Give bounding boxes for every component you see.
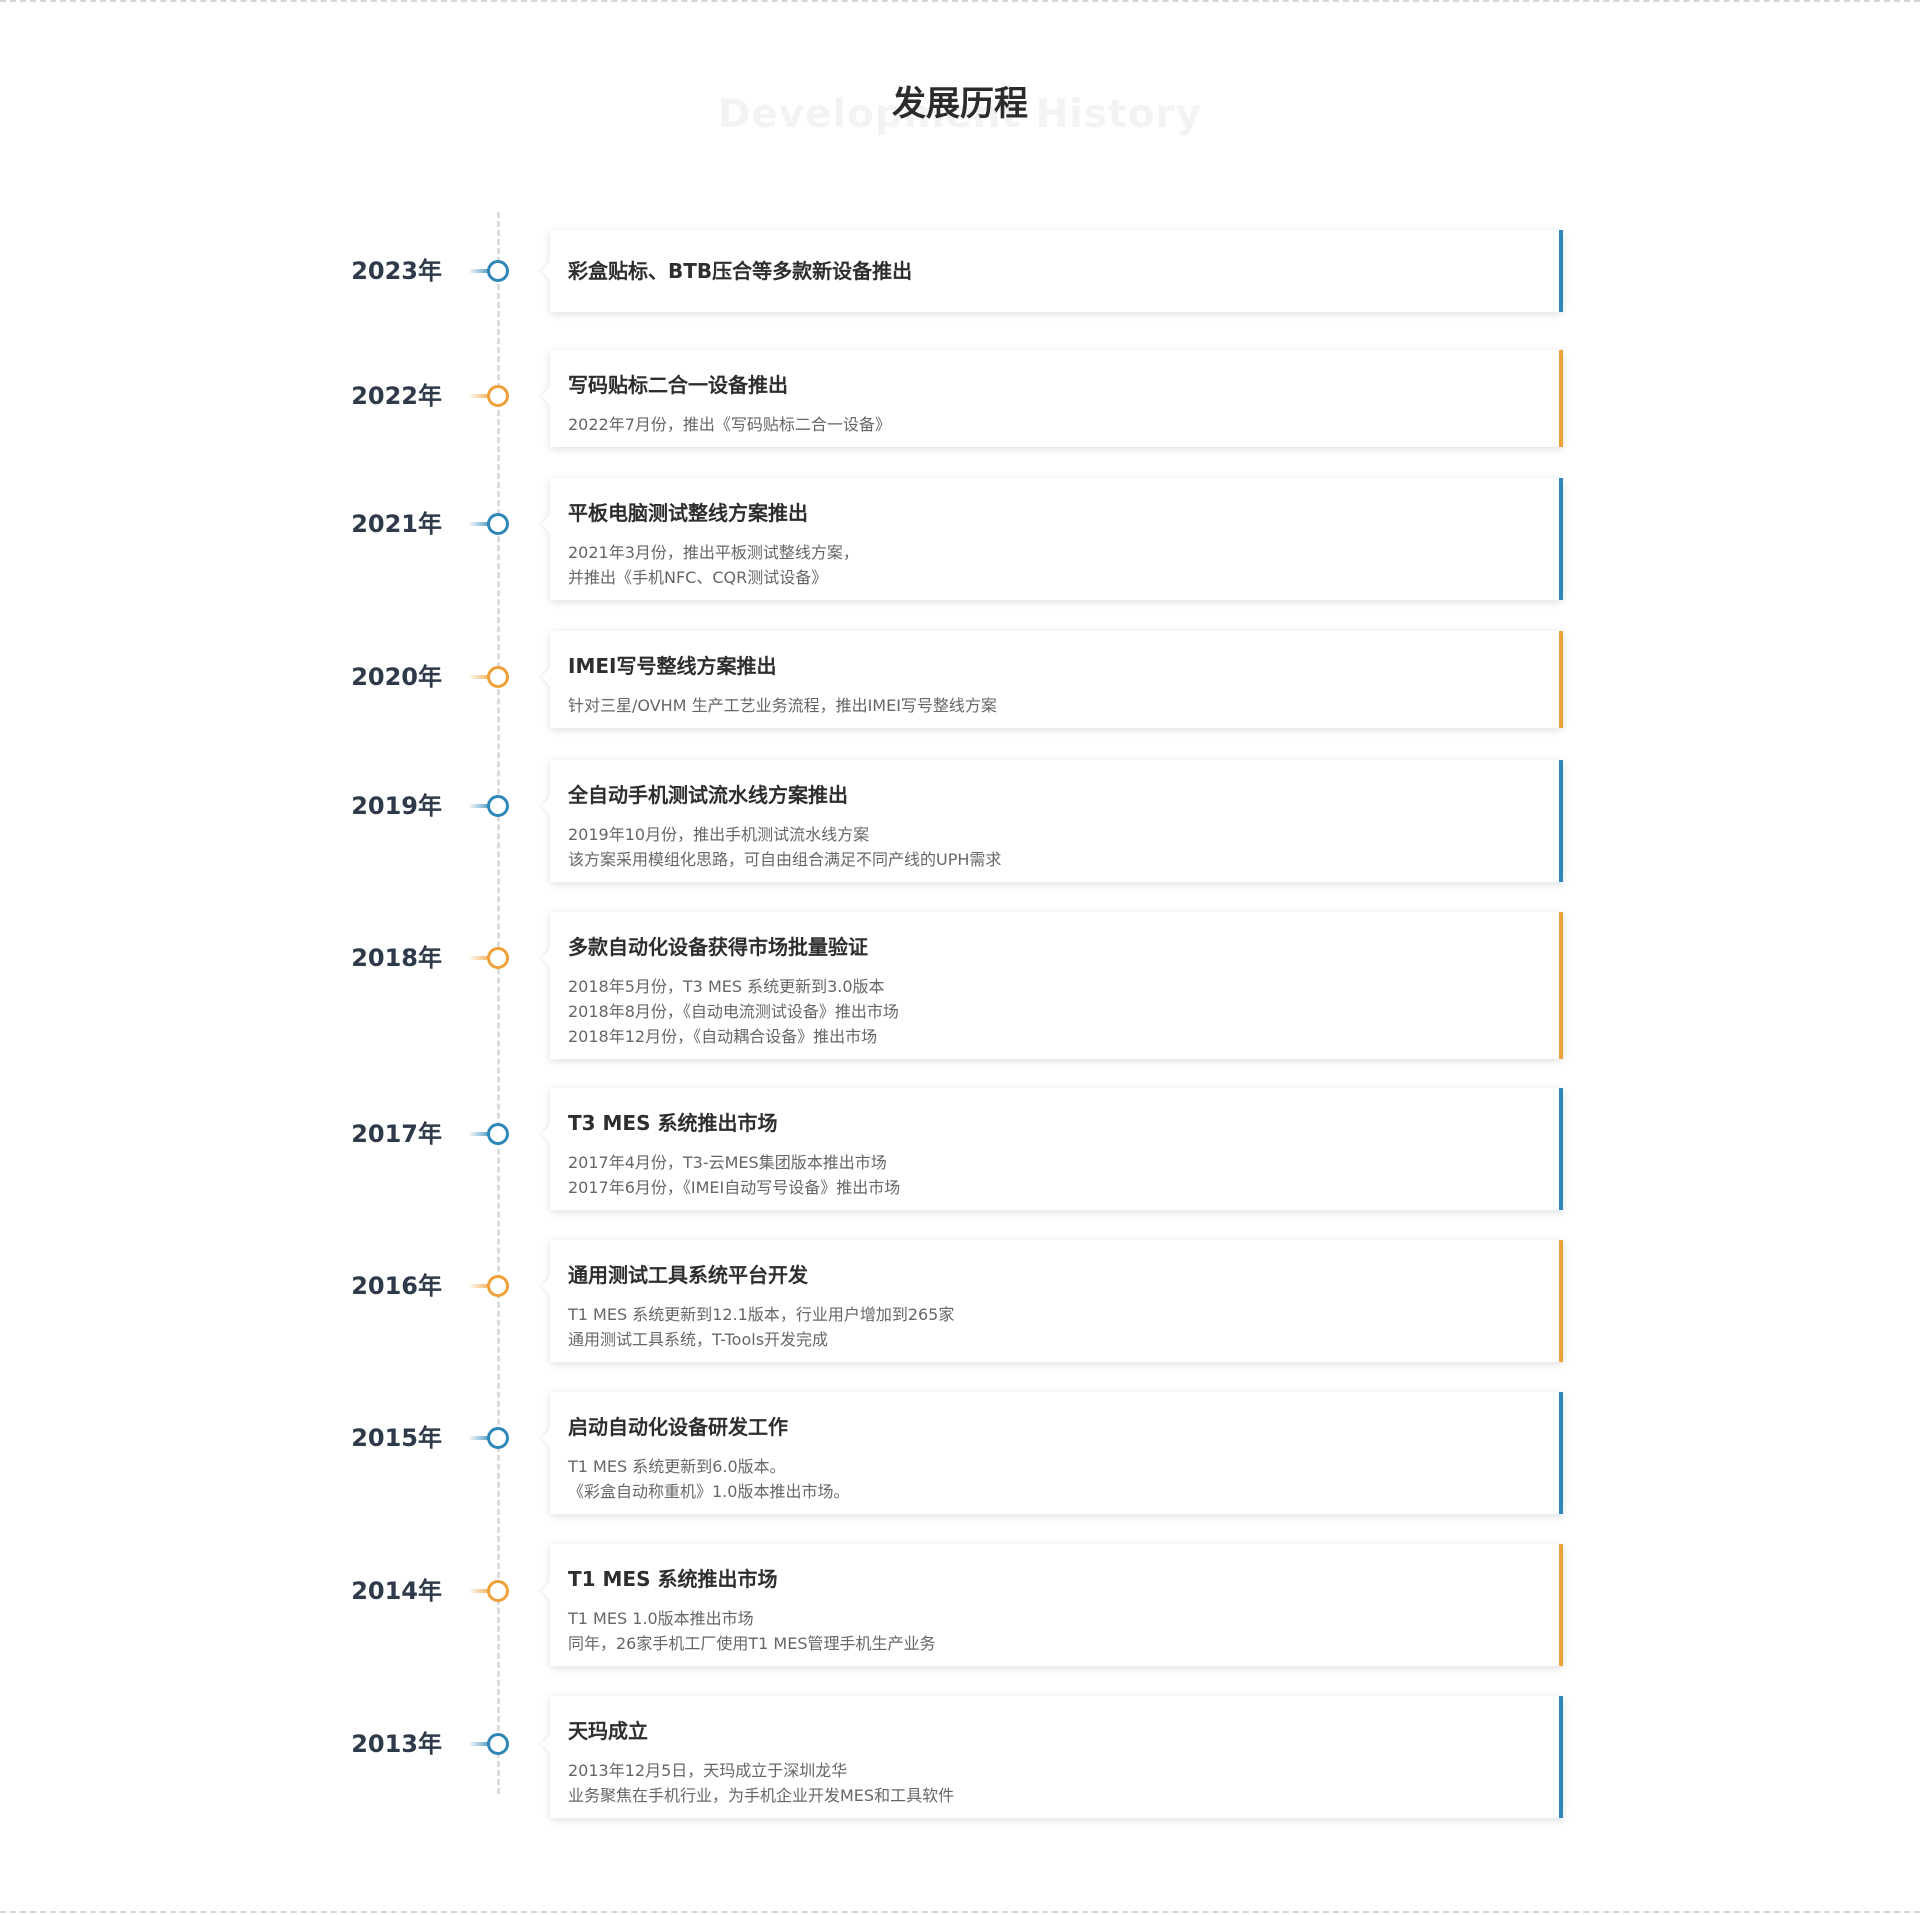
timeline-year: 2017年	[351, 1120, 442, 1148]
timeline-card: 全自动手机测试流水线方案推出 2019年10月份，推出手机测试流水线方案该方案采用…	[541, 760, 1563, 882]
timeline-card-line: 2018年8月份，《自动电流测试设备》推出市场	[568, 1002, 899, 1021]
timeline-card-line: 《彩盒自动称重机》1.0版本推出市场。	[568, 1482, 850, 1501]
timeline-card-line: T1 MES 1.0版本推出市场	[568, 1609, 754, 1628]
timeline-card-title: 彩盒贴标、BTB压合等多款新设备推出	[568, 259, 913, 283]
timeline-card-line: T1 MES 系统更新到6.0版本。	[568, 1457, 786, 1476]
timeline-card-line: 业务聚焦在手机行业，为手机企业开发MES和工具软件	[568, 1786, 955, 1805]
card-pointer	[541, 668, 550, 686]
timeline-card-line: 2013年12月5日，天玛成立于深圳龙华	[568, 1761, 848, 1780]
card-pointer	[541, 1582, 550, 1600]
timeline-node-icon	[487, 385, 509, 407]
bottom-dashed-divider	[0, 1911, 1920, 1913]
timeline-year: 2018年	[351, 944, 442, 972]
card-pointer	[541, 797, 550, 815]
timeline-card-line: 2017年4月份，T3-云MES集团版本推出市场	[568, 1153, 887, 1172]
timeline-card-body: 2019年10月份，推出手机测试流水线方案该方案采用模组化思路，可自由组合满足不…	[568, 822, 1539, 872]
timeline-card: 天玛成立 2013年12月5日，天玛成立于深圳龙华业务聚焦在手机行业，为手机企业开…	[541, 1696, 1563, 1818]
timeline-card-title: 通用测试工具系统平台开发	[568, 1263, 808, 1287]
timeline-node-icon	[487, 1275, 509, 1297]
timeline-card: T1 MES 系统推出市场 T1 MES 1.0版本推出市场同年，26家手机工厂使…	[541, 1544, 1563, 1666]
timeline-card-title: T1 MES 系统推出市场	[568, 1567, 778, 1591]
timeline-card-body: T1 MES 1.0版本推出市场同年，26家手机工厂使用T1 MES管理手机生产…	[568, 1606, 1539, 1656]
timeline: 2023年 彩盒贴标、BTB压合等多款新设备推出 2022年 写码贴标二合一设备推出 2…	[0, 0, 1920, 1915]
timeline-card: 写码贴标二合一设备推出 2022年7月份，推出《写码贴标二合一设备》	[541, 350, 1563, 447]
card-pointer	[541, 1735, 550, 1753]
timeline-card-line: 并推出《手机NFC、CQR测试设备》	[568, 568, 828, 587]
timeline-card-line: 该方案采用模组化思路，可自由组合满足不同产线的UPH需求	[568, 850, 1002, 869]
timeline-card-line: 针对三星/OVHM 生产工艺业务流程，推出IMEI写号整线方案	[568, 696, 997, 715]
timeline-node-icon	[487, 1580, 509, 1602]
timeline-card-title: 平板电脑测试整线方案推出	[568, 501, 808, 525]
card-pointer	[541, 1429, 550, 1447]
timeline-card-line: 2018年5月份，T3 MES 系统更新到3.0版本	[568, 977, 885, 996]
timeline-node-icon	[487, 260, 509, 282]
timeline-card-body: 2017年4月份，T3-云MES集团版本推出市场 2017年6月份，《IMEI自动…	[568, 1150, 1539, 1200]
timeline-card-line: 通用测试工具系统，T-Tools开发完成	[568, 1330, 829, 1349]
timeline-card-line: 同年，26家手机工厂使用T1 MES管理手机生产业务	[568, 1634, 936, 1653]
timeline-card: IMEI写号整线方案推出针对三星/OVHM 生产工艺业务流程，推出IMEI写号整…	[541, 631, 1563, 728]
timeline-card-title: IMEI写号整线方案推出	[568, 654, 777, 678]
timeline-card-title: T3 MES 系统推出市场	[568, 1111, 778, 1135]
timeline-card: 启动自动化设备研发工作 T1 MES 系统更新到6.0版本。《彩盒自动称重机》1.…	[541, 1392, 1563, 1514]
timeline-year: 2022年	[351, 382, 442, 410]
timeline-card: 彩盒贴标、BTB压合等多款新设备推出	[541, 230, 1563, 312]
timeline-card-title: 全自动手机测试流水线方案推出	[568, 783, 848, 807]
timeline-card-title: 启动自动化设备研发工作	[568, 1415, 788, 1439]
timeline-card-body: T1 MES 系统更新到6.0版本。《彩盒自动称重机》1.0版本推出市场。	[568, 1454, 1539, 1504]
card-pointer	[541, 515, 550, 533]
timeline-card-body: 2021年3月份，推出平板测试整线方案， 并推出《手机NFC、CQR测试设备》	[568, 540, 1539, 590]
timeline-card: T3 MES 系统推出市场 2017年4月份，T3-云MES集团版本推出市场 201…	[541, 1088, 1563, 1210]
timeline-card-line: 2018年12月份，《自动耦合设备》推出市场	[568, 1027, 878, 1046]
timeline-year: 2021年	[351, 510, 442, 538]
timeline-card-body: 2022年7月份，推出《写码贴标二合一设备》	[568, 412, 1539, 437]
timeline-year: 2014年	[351, 1577, 442, 1605]
card-pointer	[541, 387, 550, 405]
timeline-card-body: 2018年5月份，T3 MES 系统更新到3.0版本 2018年8月份，《自动电流…	[568, 974, 1539, 1049]
timeline-node-icon	[487, 666, 509, 688]
timeline-card-line: 2019年10月份，推出手机测试流水线方案	[568, 825, 870, 844]
timeline-node-icon	[487, 947, 509, 969]
card-pointer	[541, 262, 550, 280]
card-pointer	[541, 1277, 550, 1295]
timeline-year: 2020年	[351, 663, 442, 691]
timeline-year: 2019年	[351, 792, 442, 820]
timeline-year: 2015年	[351, 1424, 442, 1452]
timeline-card-title: 天玛成立	[568, 1719, 648, 1743]
timeline-card-line: T1 MES 系统更新到12.1版本，行业用户增加到265家	[568, 1305, 955, 1324]
timeline-card-line: 2017年6月份，《IMEI自动写号设备》推出市场	[568, 1178, 901, 1197]
timeline-year: 2016年	[351, 1272, 442, 1300]
card-pointer	[541, 1125, 550, 1143]
timeline-node-icon	[487, 1427, 509, 1449]
timeline-card: 多款自动化设备获得市场批量验证 2018年5月份，T3 MES 系统更新到3.0版…	[541, 912, 1563, 1059]
history-page: Development History 发展历程 2023年 彩盒贴标、BTB压合…	[0, 0, 1920, 1915]
timeline-card-title: 写码贴标二合一设备推出	[568, 373, 788, 397]
timeline-node-icon	[487, 513, 509, 535]
timeline-node-icon	[487, 795, 509, 817]
timeline-year: 2013年	[351, 1730, 442, 1758]
timeline-card-body: T1 MES 系统更新到12.1版本，行业用户增加到265家 通用测试工具系统，T…	[568, 1302, 1539, 1352]
timeline-card-body: 2013年12月5日，天玛成立于深圳龙华业务聚焦在手机行业，为手机企业开发MES…	[568, 1758, 1539, 1808]
timeline-card: 平板电脑测试整线方案推出 2021年3月份，推出平板测试整线方案， 并推出《手机NF…	[541, 478, 1563, 600]
timeline-card-body: 针对三星/OVHM 生产工艺业务流程，推出IMEI写号整线方案	[568, 693, 1539, 718]
timeline-node-icon	[487, 1123, 509, 1145]
timeline-card-line: 2021年3月份，推出平板测试整线方案，	[568, 543, 859, 562]
timeline-card-line: 2022年7月份，推出《写码贴标二合一设备》	[568, 415, 891, 434]
timeline-node-icon	[487, 1733, 509, 1755]
card-pointer	[541, 949, 550, 967]
timeline-year: 2023年	[351, 257, 442, 285]
timeline-card: 通用测试工具系统平台开发 T1 MES 系统更新到12.1版本，行业用户增加到26…	[541, 1240, 1563, 1362]
timeline-card-title: 多款自动化设备获得市场批量验证	[568, 935, 868, 959]
timeline-axis	[497, 212, 500, 1794]
